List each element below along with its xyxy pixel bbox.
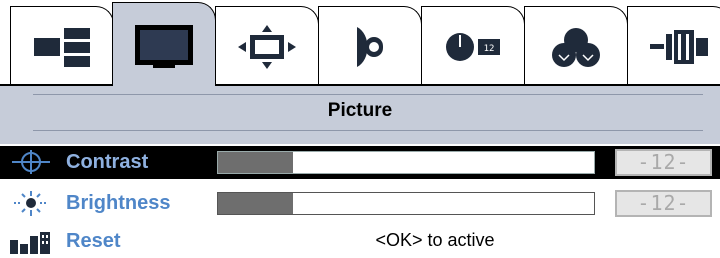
reset-row[interactable]: Reset <OK> to active <box>0 225 720 258</box>
title-rule-bottom <box>33 130 703 131</box>
tab-strip: 12 <box>0 0 720 88</box>
tab-image-position[interactable] <box>215 6 319 86</box>
tab-picture[interactable] <box>112 2 216 88</box>
osd-menu: 12 Picture Contrast -12- Brightness -12-… <box>0 0 720 258</box>
tab-osd-timer[interactable]: 12 <box>421 6 525 86</box>
svg-text:12: 12 <box>484 44 495 54</box>
image-position-icon <box>238 24 296 69</box>
tab-input-source[interactable] <box>10 6 114 86</box>
tab-power-connector[interactable] <box>627 6 720 86</box>
contrast-icon <box>12 150 50 174</box>
page-title: Picture <box>327 100 393 121</box>
brightness-label: Brightness <box>66 192 171 214</box>
brightness-value: -12- <box>615 190 712 217</box>
brightness-slider-fill <box>218 193 294 214</box>
contrast-slider[interactable] <box>217 151 595 174</box>
reset-instruction: <OK> to active <box>375 230 495 250</box>
color-settings-icon <box>552 27 600 67</box>
contrast-label: Contrast <box>66 151 149 173</box>
monitor-picture-icon <box>135 24 193 68</box>
audio-speaker-icon <box>357 26 383 67</box>
input-source-icon <box>34 27 90 67</box>
contrast-slider-fill <box>218 152 294 173</box>
tab-color-settings[interactable] <box>524 6 628 86</box>
brightness-slider[interactable] <box>217 192 595 215</box>
tab-audio[interactable] <box>318 6 422 86</box>
power-connector-icon <box>650 29 708 64</box>
title-rule-top <box>33 94 703 95</box>
brightness-row[interactable]: Brightness -12- <box>0 187 720 220</box>
title-band: Picture <box>0 86 720 144</box>
brightness-icon <box>14 191 48 216</box>
contrast-value: -12- <box>615 149 712 176</box>
contrast-row[interactable]: Contrast -12- <box>0 146 720 179</box>
osd-timer-icon: 12 <box>446 32 500 61</box>
